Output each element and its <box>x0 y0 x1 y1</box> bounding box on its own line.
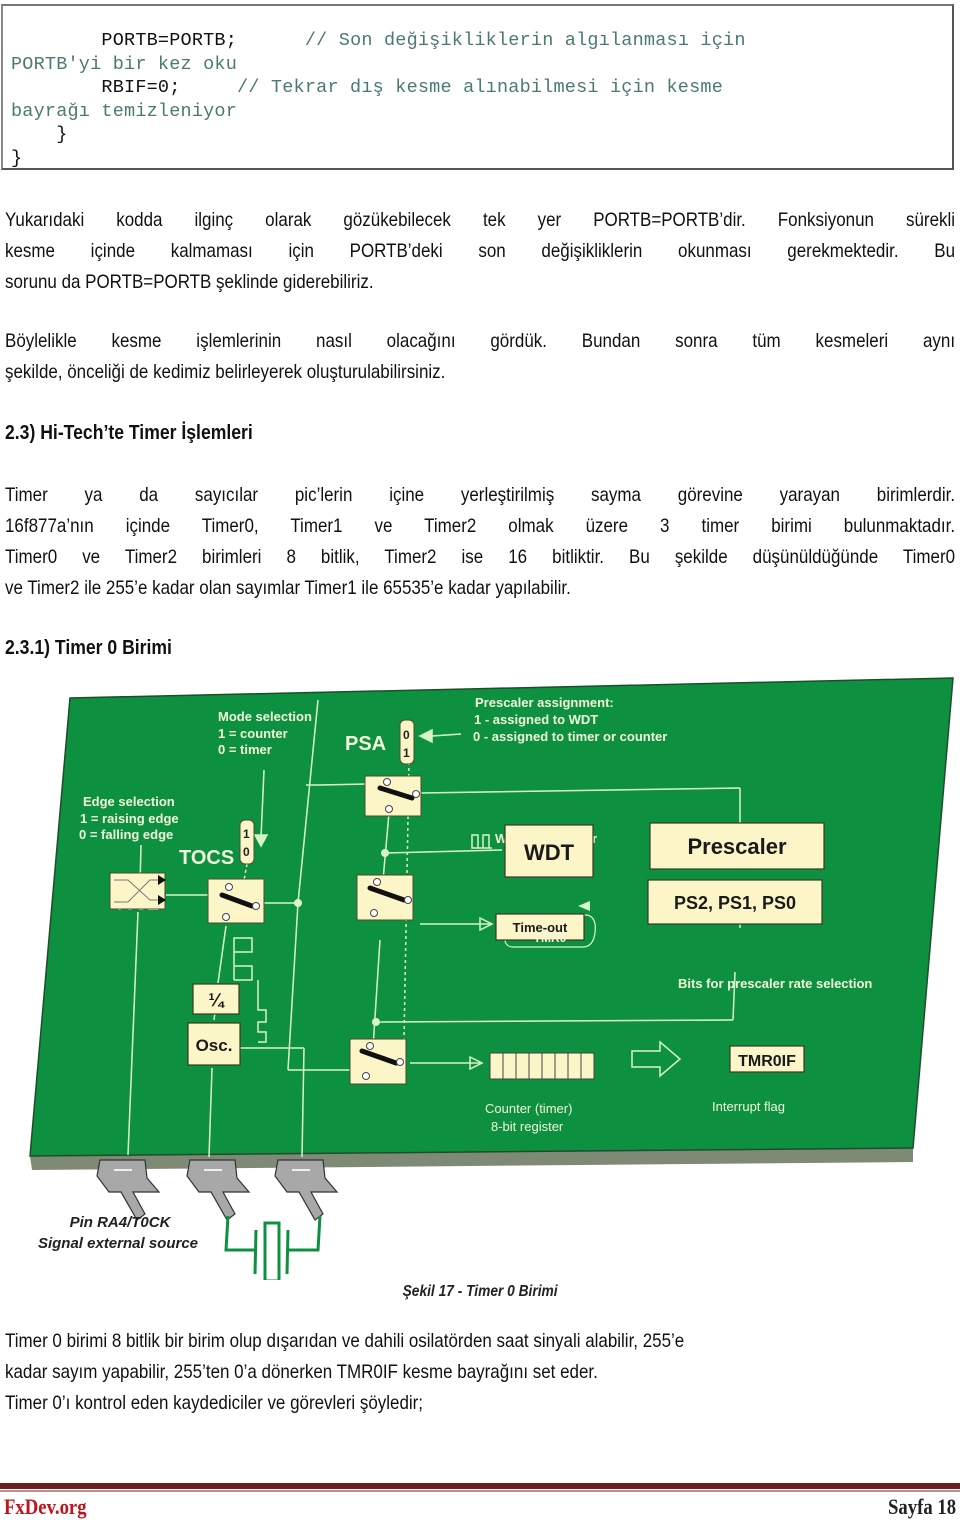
switch-tmr0 <box>349 1038 407 1085</box>
text-line: sorunu da PORTB=PORTB şeklinde giderebil… <box>5 271 374 293</box>
paragraph-interrupt-summary: Böylelikle kesme işlemlerinin nasıl olac… <box>5 326 955 388</box>
paragraph-timer-intro: Timer ya da sayıcılar pic’lerin içine ye… <box>5 480 955 604</box>
code-block: PORTB=PORTB; // Son değişikliklerin algı… <box>1 4 954 170</box>
mode-selection-timer: 0 = timer <box>218 742 272 757</box>
footer-divider <box>0 1483 960 1489</box>
timer0-diagram: Mode selection 1 = counter 0 = timer Edg… <box>29 677 954 1280</box>
paragraph-portb-explanation: Yukarıdaki kodda ilginç olarak gözükebil… <box>5 205 955 298</box>
text-line: Timer ya da sayıcılar pic’lerin içine ye… <box>5 484 956 506</box>
crystal-icon <box>224 1215 322 1280</box>
edge-selection-falling: 0 = falling edge <box>79 827 173 842</box>
wdt-label: WDT <box>524 840 575 865</box>
prescaler-assignment-timer: 0 - assigned to timer or counter <box>473 729 667 744</box>
figure-caption: Şekil 17 - Timer 0 Birimi <box>402 1283 558 1300</box>
tose-box <box>109 872 166 910</box>
footer-page-number: Sayfa 18 <box>887 1494 956 1519</box>
interrupt-desc: Interrupt flag <box>712 1099 785 1114</box>
text-line: Yukarıdaki kodda ilginç olarak gözükebil… <box>5 209 956 231</box>
text-line: Timer 0’ı kontrol eden kaydediciler ve g… <box>5 1392 424 1414</box>
osc-label: Osc. <box>196 1036 233 1055</box>
text-line: 16f877a’nın içinde Timer0, Timer1 ve Tim… <box>5 515 956 537</box>
code-line: PORTB'yi bir kez oku <box>11 54 238 75</box>
tocs-label: TOCS <box>179 847 234 869</box>
subsection-heading: 2.3.1) Timer 0 Birimi <box>5 637 172 659</box>
code-line: RBIF=0; // Tekrar dış kesme alınabilmesi… <box>11 77 724 98</box>
tocs-bit-0: 0 <box>243 845 250 859</box>
edge-selection-raising: 1 = raising edge <box>80 811 179 826</box>
prescaler-assignment-wdt: 1 - assigned to WDT <box>474 712 598 727</box>
prescaler-assignment-title: Prescaler assignment: <box>475 695 614 710</box>
mode-selection-counter: 1 = counter <box>218 726 288 741</box>
pin-desc-1: Pin RA4/T0CK <box>70 1214 172 1231</box>
text-line: Timer0 ve Timer2 birimleri 8 bitlik, Tim… <box>5 546 956 568</box>
text-line: kadar sayım yapabilir, 255’ten 0’a döner… <box>5 1361 598 1383</box>
code-line: } <box>11 148 23 169</box>
text-line: şekilde, önceliği de kedimiz belirleyere… <box>5 361 446 383</box>
psa-bit-0: 0 <box>403 728 410 742</box>
text-line: kesme içinde kalmaması için PORTB’deki s… <box>5 240 956 262</box>
tmr0-register <box>489 1052 595 1080</box>
footer-divider-thin <box>0 1490 960 1492</box>
tmr0if-label: TMR0IF <box>738 1053 796 1070</box>
section-heading: 2.3) Hi-Tech’te Timer İşlemleri <box>5 422 253 444</box>
text-line: Timer 0 birimi 8 bitlik bir birim olup d… <box>5 1330 685 1352</box>
pin-desc-2: Signal external source <box>38 1235 198 1252</box>
prescaler-label: Prescaler <box>687 834 787 859</box>
psa-label: PSA <box>345 733 386 755</box>
code-line: PORTB=PORTB; // Son değişikliklerin algı… <box>11 30 746 51</box>
switch-tocs <box>207 878 265 924</box>
code-line: } <box>11 124 68 145</box>
text-line: ve Timer2 ile 255’e kadar olan sayımlar … <box>5 577 571 599</box>
counter-desc-2: 8-bit register <box>491 1119 564 1134</box>
quarter-label: ¼ <box>208 990 225 1010</box>
paragraph-timer0-description: Timer 0 birimi 8 bitlik bir birim olup d… <box>5 1326 955 1419</box>
tocs-bit-1: 1 <box>243 827 250 841</box>
counter-desc-1: Counter (timer) <box>485 1101 572 1116</box>
footer-site: FxDev.org <box>4 1494 87 1519</box>
edge-selection-title: Edge selection <box>83 794 175 809</box>
ps-bits-label: PS2, PS1, PS0 <box>674 893 796 913</box>
switch-psa <box>364 775 422 817</box>
code-line: bayrağı temizleniyor <box>11 101 238 122</box>
text-line: Böylelikle kesme işlemlerinin nasıl olac… <box>5 330 956 352</box>
switch-wdt <box>356 874 414 921</box>
psa-bit-1: 1 <box>403 746 410 760</box>
mode-selection-title: Mode selection <box>218 709 312 724</box>
tmr0-label: TMR0 <box>534 931 567 945</box>
ps-bits-desc: Bits for prescaler rate selection <box>678 976 872 991</box>
